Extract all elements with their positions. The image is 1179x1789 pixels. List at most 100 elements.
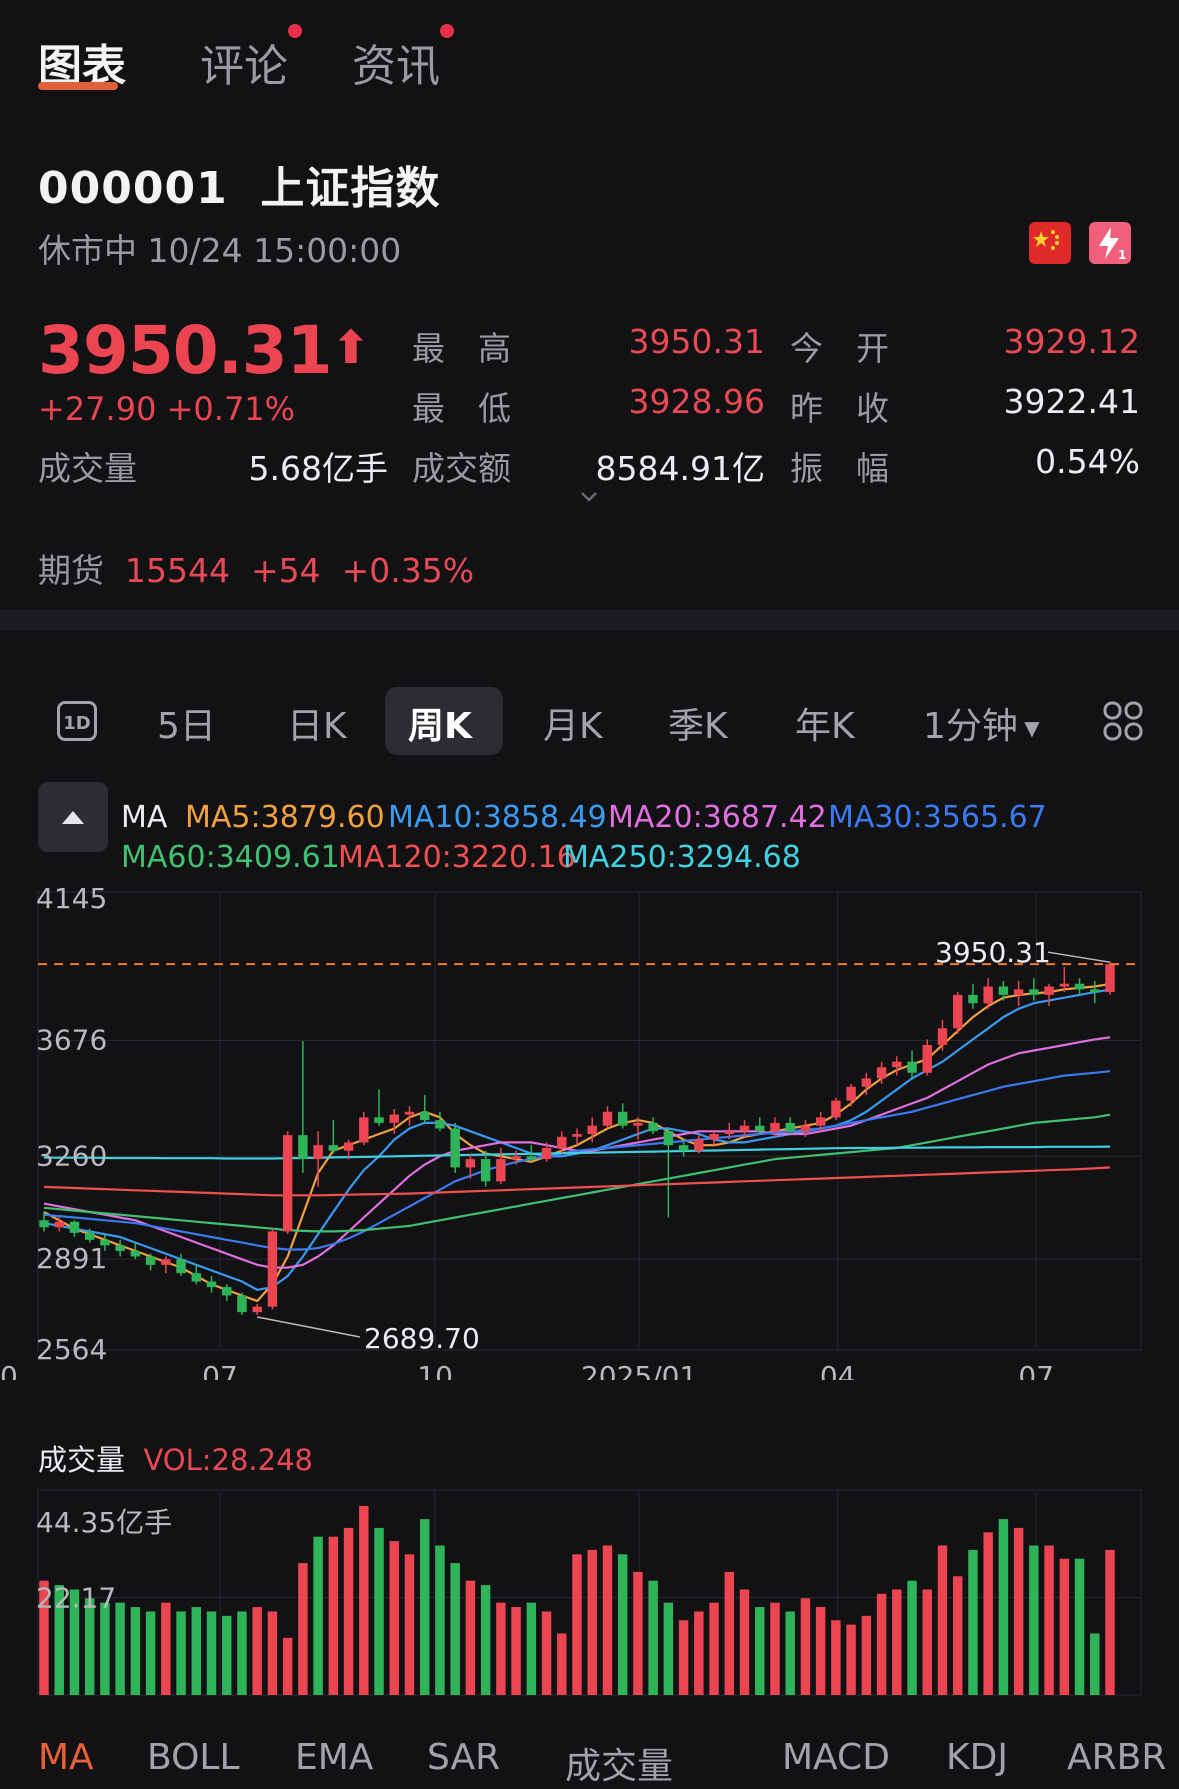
ma-legend-title: MA xyxy=(121,800,168,835)
turnover-label: 成交额 xyxy=(412,449,511,488)
volume-bar xyxy=(359,1505,369,1695)
candle-body xyxy=(815,1117,826,1126)
futures-change-percent: +0.35% xyxy=(341,551,475,590)
candle-body xyxy=(191,1273,202,1282)
candle-body xyxy=(557,1136,567,1148)
volume-bar xyxy=(1044,1545,1054,1695)
grid-menu-icon[interactable] xyxy=(1102,700,1144,746)
candle-body xyxy=(526,1156,537,1160)
volume-bar xyxy=(450,1563,460,1695)
candle-body xyxy=(739,1125,750,1132)
tab-comments[interactable]: 评论 xyxy=(200,24,302,94)
expand-chevron-icon[interactable] xyxy=(578,486,600,508)
volume-title: 成交量 xyxy=(38,1443,126,1477)
indicator-tab-ma[interactable]: MA xyxy=(38,1737,94,1778)
stock-name: 上证指数 xyxy=(260,163,441,214)
period-tab-weekly[interactable]: 周K xyxy=(408,697,472,749)
volume-bar xyxy=(298,1563,308,1695)
volume-bar xyxy=(617,1554,628,1695)
up-arrow-icon: ⬆ xyxy=(331,320,371,374)
tab-comments-label: 评论 xyxy=(200,41,288,92)
candlestick-chart[interactable]: 3950.31 2689.70 4145 3676 3260 2891 2564 07 10… xyxy=(0,880,1179,1380)
indicator-tab-macd[interactable]: MACD xyxy=(782,1737,890,1778)
candle-body xyxy=(480,1159,491,1182)
volume-chart[interactable]: 44.35亿手 22.17 xyxy=(0,1480,1179,1700)
volume-value-label: VOL:28.248 xyxy=(143,1443,314,1477)
volume-bar xyxy=(831,1620,841,1695)
indicator-tab-kdj[interactable]: KDJ xyxy=(946,1737,1008,1778)
indicator-tab-sar[interactable]: SAR xyxy=(427,1737,500,1778)
period-tab-minute[interactable]: 1分钟 ▼ xyxy=(923,697,1040,749)
candle-body xyxy=(892,1061,902,1068)
candle-body xyxy=(968,994,978,1004)
candle-body xyxy=(755,1125,765,1132)
candle-body xyxy=(800,1125,811,1132)
volume-bar xyxy=(587,1549,597,1695)
period-tab-yearly[interactable]: 年K xyxy=(795,697,855,749)
volume-bar xyxy=(709,1602,719,1695)
volume-bar xyxy=(419,1519,430,1695)
candle-body xyxy=(846,1086,856,1101)
candle-body xyxy=(861,1078,872,1087)
volume-bar xyxy=(191,1607,202,1695)
volume-bar xyxy=(145,1611,156,1695)
volume-bar xyxy=(282,1637,293,1695)
futures-row[interactable]: 期货 15544 +54 +0.35% xyxy=(38,544,474,592)
volume-bar xyxy=(252,1607,262,1695)
tab-news[interactable]: 资讯 xyxy=(352,24,454,94)
candle-body xyxy=(404,1111,415,1115)
volume-bar xyxy=(815,1607,826,1695)
high-value: 3950.31 xyxy=(628,322,765,361)
volume-bar xyxy=(968,1549,978,1695)
amplitude-label: 振 幅 xyxy=(790,449,889,488)
candle-body xyxy=(222,1287,232,1296)
futures-price: 15544 xyxy=(124,551,230,590)
candle-body xyxy=(587,1125,597,1135)
volume-bar xyxy=(1013,1527,1024,1695)
candle-body xyxy=(450,1128,460,1168)
candle-body xyxy=(694,1139,704,1151)
svg-text:1: 1 xyxy=(1118,248,1126,262)
period-tab-5day[interactable]: 5日 xyxy=(157,697,216,749)
change-percent: +0.71% xyxy=(166,390,296,428)
last-price: 3950.31⬆ xyxy=(38,312,371,389)
level1-quote-icon[interactable]: 1 xyxy=(1089,222,1131,264)
candle-body xyxy=(983,986,993,1004)
volume-bars xyxy=(39,1505,1115,1695)
section-divider xyxy=(0,610,1179,630)
candle-body xyxy=(541,1147,552,1160)
volume-bar xyxy=(1074,1558,1085,1695)
period-tab-daily[interactable]: 日K xyxy=(287,697,347,749)
period-tab-quarterly[interactable]: 季K xyxy=(668,697,728,749)
ma10-label: MA10:3858.49 xyxy=(388,800,607,835)
volume-bar xyxy=(861,1615,872,1695)
china-flag-icon[interactable] xyxy=(1029,222,1071,264)
indicator-tab-volume[interactable]: 成交量 xyxy=(565,1737,673,1789)
collapse-legend-button[interactable] xyxy=(38,782,108,852)
candle-body xyxy=(572,1134,582,1137)
candle-body xyxy=(465,1159,476,1168)
candle-body xyxy=(617,1111,628,1126)
candle-body xyxy=(785,1122,795,1132)
volume-bar xyxy=(876,1593,887,1695)
current-price-annotation: 3950.31 xyxy=(935,936,1051,969)
x-axis-tick-label: 2025/01 xyxy=(581,1360,697,1380)
indicator-tab-arbr[interactable]: ARBR xyxy=(1067,1737,1166,1778)
volume-bar xyxy=(237,1611,247,1695)
candle-body xyxy=(922,1044,932,1073)
volume-bar xyxy=(435,1545,445,1695)
y-axis-tick-label: 3676 xyxy=(36,1024,107,1057)
indicator-tab-boll[interactable]: BOLL xyxy=(147,1737,240,1778)
volume-bar xyxy=(678,1620,689,1695)
volume-bar xyxy=(755,1607,765,1695)
candle-body xyxy=(602,1111,613,1126)
period-tab-monthly[interactable]: 月K xyxy=(543,697,603,749)
candle-body xyxy=(54,1221,64,1228)
candle-body xyxy=(39,1220,49,1228)
intraday-1d-icon[interactable]: 1D xyxy=(57,701,97,741)
y-axis-tick-label: 4145 xyxy=(36,882,107,915)
volume-label: 成交量 xyxy=(38,449,137,488)
open-label: 今 开 xyxy=(790,329,889,368)
indicator-tab-ema[interactable]: EMA xyxy=(295,1737,373,1778)
prev-close-value: 3922.41 xyxy=(1003,382,1140,421)
